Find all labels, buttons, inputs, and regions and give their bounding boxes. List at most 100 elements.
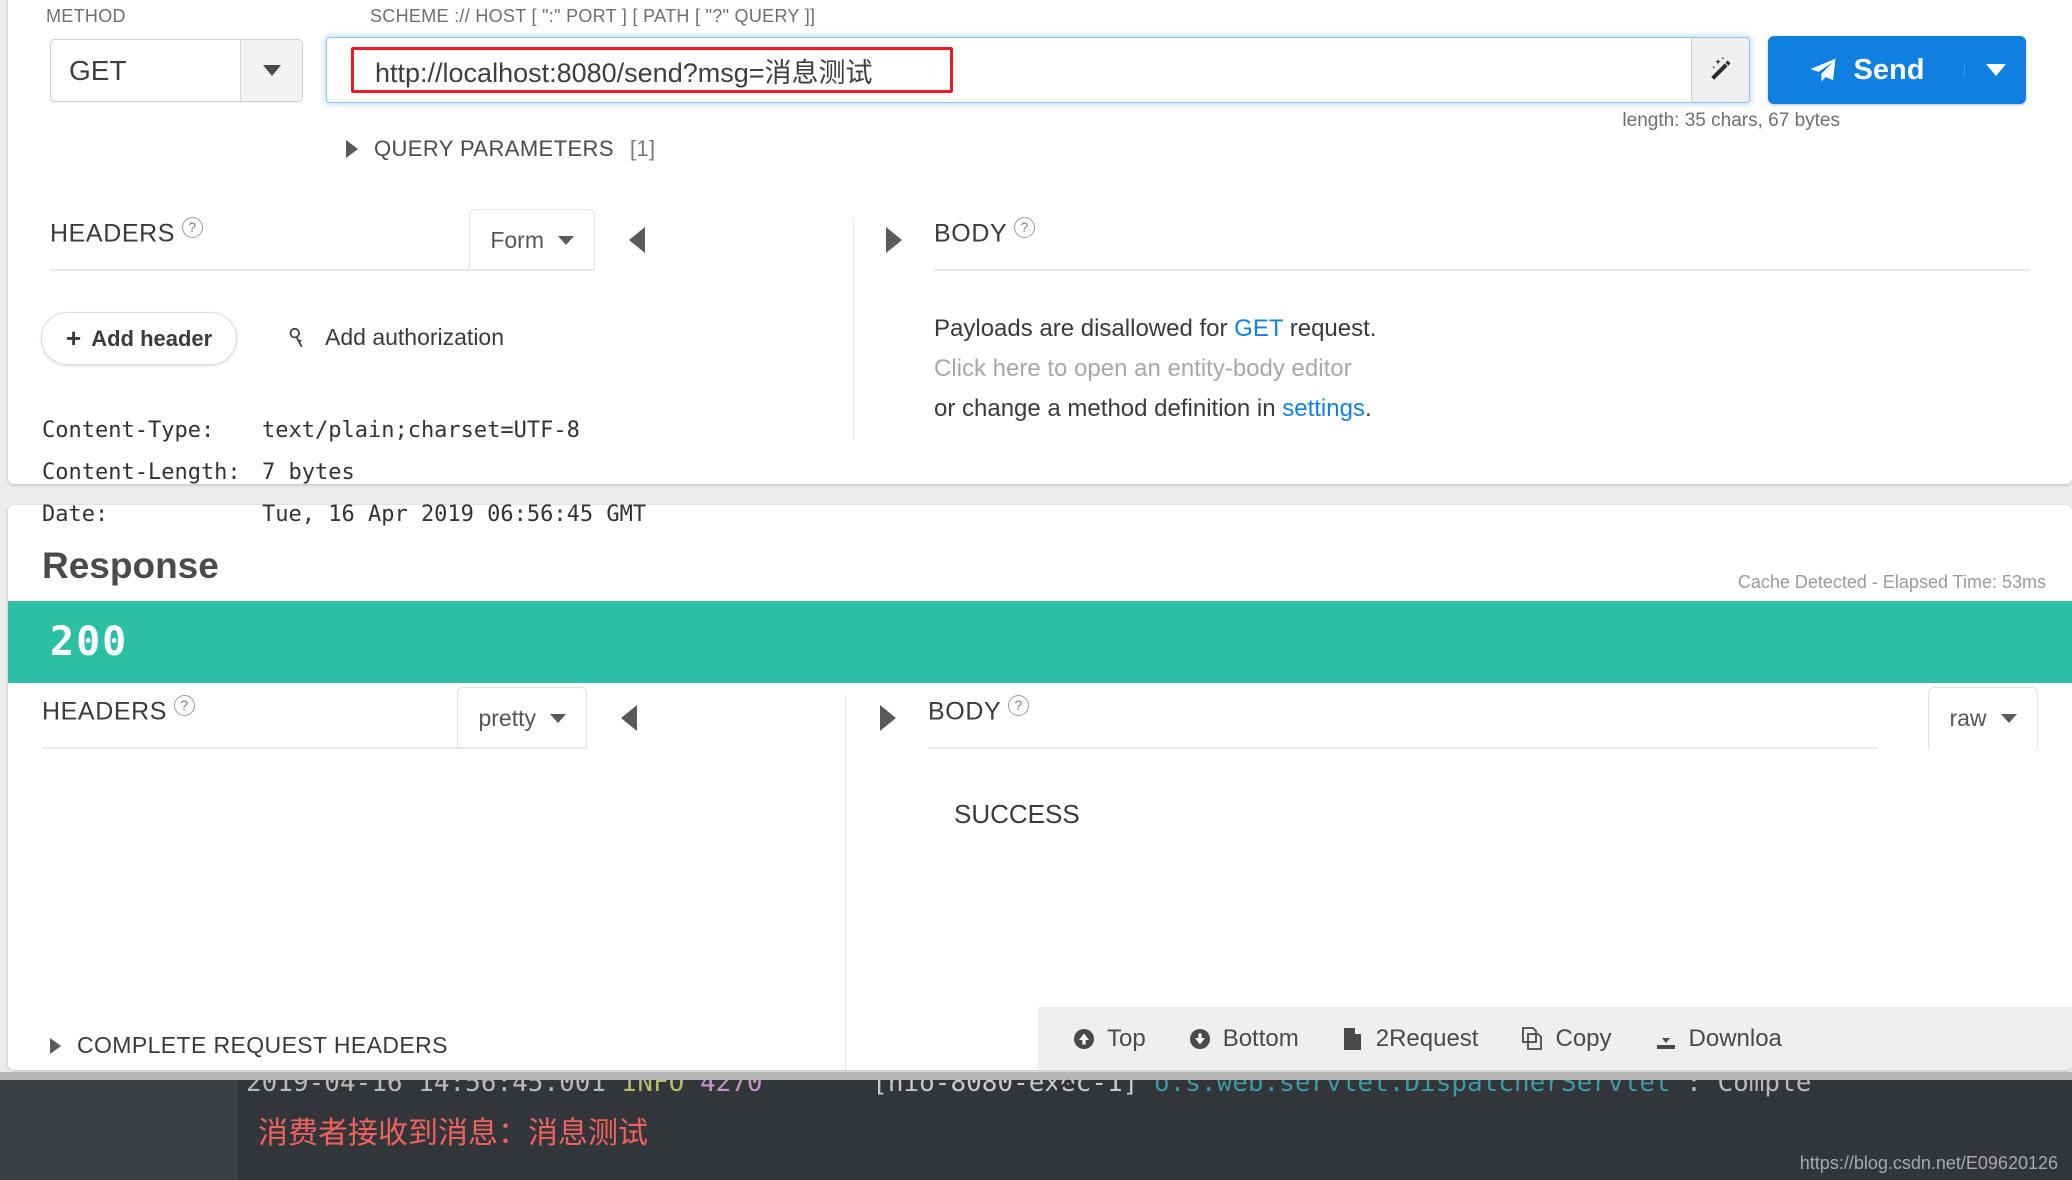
response-body-title: BODY?	[928, 695, 1030, 726]
url-format-label: SCHEME :// HOST [ ":" PORT ] [ PATH [ "?…	[370, 6, 816, 26]
payload-disallowed-post: request.	[1283, 315, 1377, 342]
console-log-timestamp: 2019-04-16 14:56:45.001	[246, 1080, 607, 1098]
help-icon[interactable]: ?	[1014, 217, 1036, 238]
to-request-button[interactable]: 2Request	[1341, 1024, 1479, 1053]
add-authorization-button[interactable]: Add authorization	[285, 324, 504, 351]
request-body-message: Payloads are disallowed for GET request.…	[934, 309, 2030, 429]
scroll-top-button[interactable]: Top	[1072, 1025, 1146, 1053]
response-status-bar: 200	[8, 601, 2072, 683]
horizontal-scrollbar[interactable]	[0, 1072, 2072, 1080]
to-request-label: 2Request	[1375, 1024, 1479, 1052]
console-log-level: INFO	[621, 1080, 685, 1098]
response-headers-table: Content-Type: text/plain;charset=UTF-8 C…	[42, 410, 646, 536]
method-label: METHOD	[46, 6, 126, 26]
magic-wand-button[interactable]	[1691, 38, 1749, 102]
request-headers-title-text: HEADERS	[50, 219, 176, 248]
download-button[interactable]: Downloa	[1654, 1025, 1782, 1053]
header-key: Date:	[42, 502, 109, 527]
response-headers-rule	[42, 747, 587, 749]
request-body-header: BODY?	[886, 209, 2030, 271]
pane-collapse-left-arrow[interactable]	[621, 705, 637, 731]
arrow-down-circle-icon	[1189, 1028, 1210, 1049]
request-headers-header: HEADERS? Form	[50, 209, 810, 271]
request-body-title-text: BODY	[934, 219, 1008, 248]
console-log-class: o.s.web.servlet.DispatcherServlet	[1153, 1080, 1671, 1098]
settings-link[interactable]: settings	[1282, 395, 1365, 422]
scroll-bottom-label: Bottom	[1222, 1024, 1299, 1052]
arrow-up-circle-icon	[1074, 1028, 1094, 1049]
add-header-label: Add header	[91, 325, 213, 351]
collapse-chevron-up-icon[interactable]	[1055, 1078, 1081, 1094]
send-button-main[interactable]: Send	[1768, 54, 1964, 87]
chevron-down-icon	[2000, 714, 2017, 723]
chevron-down-icon	[558, 236, 574, 245]
request-body-rule	[934, 269, 2030, 271]
plus-icon: +	[66, 323, 82, 353]
payload-disallowed-pre: Payloads are disallowed for	[934, 315, 1235, 342]
query-parameters-count: [1]	[629, 136, 656, 161]
add-authorization-label: Add authorization	[325, 324, 505, 350]
response-body-title-text: BODY	[928, 697, 1002, 726]
copy-icon	[1522, 1026, 1543, 1050]
response-headers-header: HEADERS? pretty	[42, 687, 802, 749]
response-pane-divider	[845, 695, 846, 1070]
console-chinese-message: 消费者接收到消息：消息测试	[258, 1116, 648, 1151]
complete-request-headers-label: COMPLETE REQUEST HEADERS	[77, 1032, 448, 1058]
payload-disallowed-line: Payloads are disallowed for GET request.	[934, 309, 2030, 349]
copy-button[interactable]: Copy	[1520, 1025, 1612, 1053]
response-body-content: SUCCESS	[954, 799, 1080, 829]
send-button[interactable]: Send	[1768, 36, 2026, 104]
request-headers-format-dropdown[interactable]: Form	[469, 209, 595, 271]
change-method-post: .	[1364, 395, 1372, 422]
chevron-down-icon	[550, 714, 566, 723]
pane-expand-right-arrow[interactable]	[886, 227, 902, 253]
console-log-pid: 4270	[699, 1080, 763, 1098]
request-pane-divider	[853, 219, 854, 439]
pane-collapse-left-arrow[interactable]	[629, 227, 645, 253]
chevron-right-icon	[50, 1037, 61, 1054]
change-method-definition-line: or change a method definition in setting…	[934, 389, 2030, 429]
open-entity-body-editor-link[interactable]: Click here to open an entity-body editor	[934, 349, 2030, 389]
chevron-right-icon	[346, 140, 358, 158]
console-gutter	[0, 1080, 238, 1180]
request-headers-title: HEADERS?	[50, 217, 204, 248]
response-body-header: BODY? raw	[880, 687, 2038, 749]
scroll-bottom-button[interactable]: Bottom	[1188, 1025, 1299, 1053]
console-log-tail: : Comple	[1686, 1080, 1812, 1098]
add-header-button[interactable]: + Add header	[41, 312, 238, 365]
table-row: Content-Type: text/plain;charset=UTF-8	[42, 410, 646, 452]
request-body-pane: BODY? Payloads are disallowed for GET re…	[886, 209, 2030, 429]
help-icon[interactable]: ?	[174, 695, 196, 716]
header-key: Content-Length:	[42, 460, 241, 485]
request-headers-format-value: Form	[490, 227, 544, 253]
download-icon	[1656, 1028, 1675, 1049]
restclient-window: METHOD SCHEME :// HOST [ ":" PORT ] [ PA…	[0, 0, 2072, 1180]
response-headers-format-dropdown[interactable]: pretty	[457, 687, 587, 749]
url-input[interactable]: http://localhost:8080/send?msg=消息测试	[327, 38, 1691, 102]
help-icon[interactable]: ?	[1008, 695, 1030, 716]
pane-expand-right-arrow[interactable]	[880, 705, 896, 731]
header-key: Content-Type:	[42, 418, 215, 443]
console-output: 2019-04-16 14:56:45.001 INFO 4270 [nio-8…	[0, 1080, 2072, 1180]
complete-request-headers-toggle[interactable]: COMPLETE REQUEST HEADERS	[50, 1032, 448, 1059]
request-headers-pane: HEADERS? Form	[50, 209, 810, 271]
method-select-value: GET	[69, 54, 127, 86]
response-headers-format-value: pretty	[478, 705, 536, 731]
magic-wand-icon	[1710, 56, 1730, 80]
key-icon	[289, 327, 303, 347]
send-dropdown-button[interactable]	[1964, 64, 2026, 76]
response-body-pane: BODY? raw SUCCESS	[880, 687, 2038, 829]
query-parameters-toggle[interactable]: QUERY PARAMETERS [1]	[346, 136, 656, 162]
method-dropdown-button[interactable]	[240, 40, 302, 101]
help-icon[interactable]: ?	[182, 217, 204, 238]
method-select[interactable]: GET	[50, 39, 303, 102]
response-body-format-value: raw	[1949, 705, 1987, 731]
header-value: 7 bytes	[262, 460, 355, 485]
url-field[interactable]: http://localhost:8080/send?msg=消息测试	[326, 37, 1750, 103]
response-status-code: 200	[50, 619, 129, 665]
chevron-down-icon	[262, 65, 281, 76]
download-label: Downloa	[1688, 1024, 1782, 1052]
response-body-format-dropdown[interactable]: raw	[1928, 687, 2038, 749]
table-row: Date: Tue, 16 Apr 2019 06:56:45 GMT	[42, 494, 646, 536]
send-button-label: Send	[1853, 53, 1925, 86]
